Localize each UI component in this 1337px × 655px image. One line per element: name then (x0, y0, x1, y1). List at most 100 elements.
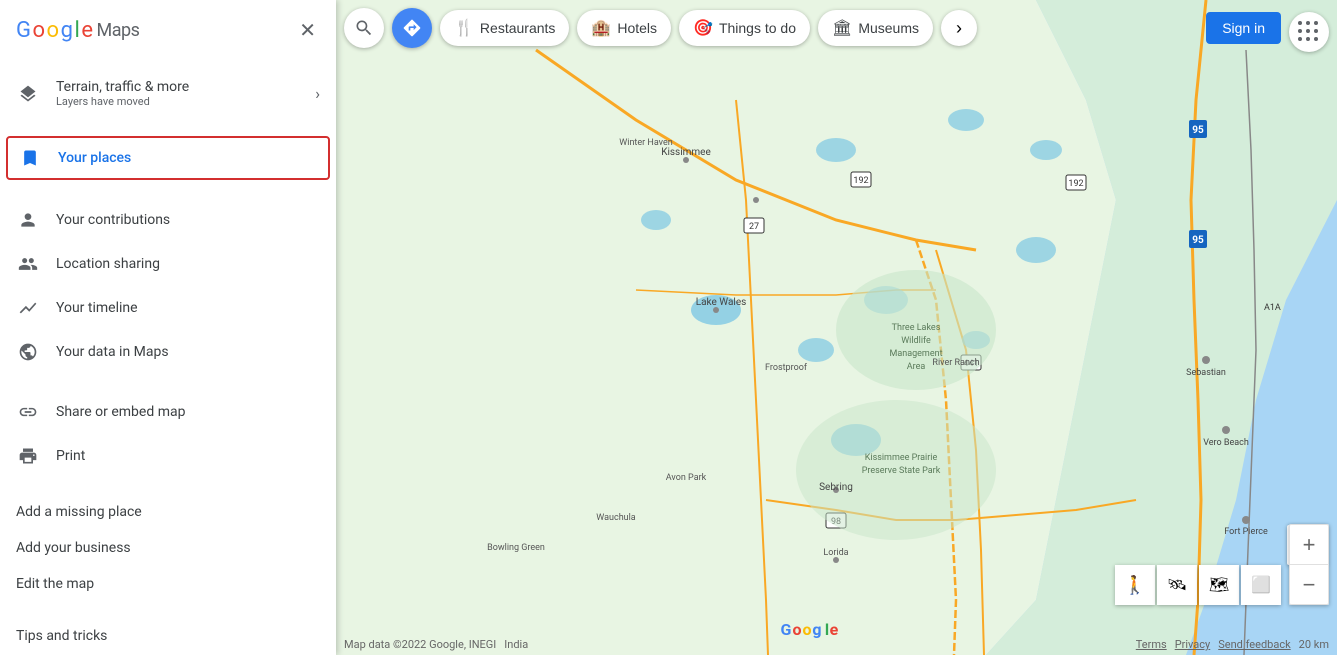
things-to-do-label: Things to do (719, 20, 796, 36)
svg-text:Kissimmee Prairie: Kissimmee Prairie (865, 453, 938, 463)
zoom-out-button[interactable]: − (1289, 565, 1329, 605)
svg-text:Frostproof: Frostproof (765, 363, 808, 373)
india-label: India (504, 638, 528, 651)
restaurants-pill[interactable]: 🍴 Restaurants (440, 10, 569, 46)
svg-text:o: o (792, 620, 801, 639)
menu-section-contribute: Add a missing place Add your business Ed… (0, 486, 336, 610)
svg-text:Vero Beach: Vero Beach (1203, 438, 1249, 448)
layers-menu-item[interactable]: Terrain, traffic & more Layers have move… (0, 69, 336, 118)
museums-pill[interactable]: 🏛 Museums (818, 10, 933, 46)
map-type-button[interactable]: 🗺 (1199, 565, 1239, 605)
data-menu-item[interactable]: Your data in Maps (0, 330, 336, 374)
map-svg: 95 441 98 27 (336, 0, 1337, 655)
svg-text:Lorida: Lorida (823, 548, 848, 558)
things-to-do-icon: 🎯 (693, 18, 713, 38)
svg-text:l: l (825, 620, 829, 639)
svg-text:Area: Area (907, 362, 926, 372)
svg-text:Sebastian: Sebastian (1186, 368, 1226, 378)
sign-in-button[interactable]: Sign in (1206, 12, 1281, 44)
map-canvas[interactable]: 95 441 98 27 (336, 0, 1337, 655)
svg-text:River Ranch: River Ranch (932, 358, 979, 368)
zoom-in-button[interactable]: + (1289, 524, 1329, 564)
hotels-pill[interactable]: 🏨 Hotels (577, 10, 671, 46)
hotels-label: Hotels (617, 20, 657, 36)
svg-text:192: 192 (1068, 179, 1083, 189)
close-button[interactable]: ✕ (295, 14, 320, 47)
print-menu-item[interactable]: Print (0, 434, 336, 478)
bottom-bar: Terms Privacy Send feedback 20 km (1136, 638, 1329, 651)
menu-section-places: Your places (0, 126, 336, 190)
svg-text:Winter Haven: Winter Haven (619, 138, 672, 148)
terms-link[interactable]: Terms (1136, 638, 1167, 651)
more-categories-button[interactable]: › (941, 10, 977, 46)
location-sharing-label: Location sharing (56, 256, 160, 272)
svg-text:o: o (802, 620, 811, 639)
tips-item[interactable]: Tips and tricks (0, 618, 336, 654)
contributions-menu-item[interactable]: Your contributions (0, 198, 336, 242)
share-label: Share or embed map (56, 404, 185, 420)
menu-section-account: Your contributions Location sharing Your… (0, 190, 336, 382)
timeline-menu-item[interactable]: Your timeline (0, 286, 336, 330)
directions-button[interactable] (392, 8, 432, 48)
svg-text:g: g (812, 620, 821, 639)
timeline-icon (16, 296, 40, 320)
data-label: Your data in Maps (56, 344, 169, 360)
location-sharing-menu-item[interactable]: Location sharing (0, 242, 336, 286)
bottom-attribution: Map data ©2022 Google, INEGI India (344, 638, 528, 651)
layers-label: Terrain, traffic & more (56, 79, 189, 95)
map-data-label: Map data ©2022 Google, INEGI (344, 638, 496, 651)
svg-text:A1A: A1A (1264, 303, 1281, 313)
your-places-menu-item[interactable]: Your places (6, 136, 330, 180)
svg-text:Three Lakes: Three Lakes (892, 323, 941, 333)
feedback-link[interactable]: Send feedback (1218, 638, 1290, 651)
layers-icon (16, 82, 40, 106)
top-bar: 🍴 Restaurants 🏨 Hotels 🎯 Things to do 🏛 … (336, 0, 1337, 56)
museums-icon: 🏛 (832, 18, 852, 38)
search-button[interactable] (344, 8, 384, 48)
share-menu-item[interactable]: Share or embed map (0, 390, 336, 434)
svg-text:G: G (781, 620, 792, 639)
sidebar-header: Google Maps ✕ (0, 0, 336, 61)
contributions-label: Your contributions (56, 212, 170, 228)
museums-label: Museums (858, 20, 919, 36)
svg-text:Avon Park: Avon Park (666, 473, 707, 483)
contributions-icon (16, 208, 40, 232)
print-label: Print (56, 448, 85, 464)
timeline-label: Your timeline (56, 300, 138, 316)
svg-text:e: e (830, 620, 839, 639)
print-icon (16, 444, 40, 468)
your-places-label: Your places (58, 150, 131, 166)
svg-text:Wauchula: Wauchula (596, 513, 636, 523)
menu-section-share: Share or embed map Print (0, 382, 336, 486)
share-icon (16, 400, 40, 424)
svg-text:Lake Wales: Lake Wales (696, 297, 747, 308)
map-area[interactable]: 95 441 98 27 (336, 0, 1337, 655)
zoom-controls: + − (1289, 524, 1329, 605)
svg-text:Fort Pierce: Fort Pierce (1224, 527, 1268, 537)
location-sharing-icon (16, 252, 40, 276)
expand-button[interactable]: ⬜ (1241, 565, 1281, 605)
svg-text:Preserve State Park: Preserve State Park (862, 466, 941, 476)
things-to-do-pill[interactable]: 🎯 Things to do (679, 10, 810, 46)
restaurants-label: Restaurants (480, 20, 555, 36)
sidebar: Google Maps ✕ Terrain, traffic & more La… (0, 0, 336, 655)
svg-text:95: 95 (1192, 235, 1204, 246)
satellite-button[interactable]: 🛰 (1157, 565, 1197, 605)
apps-button[interactable] (1289, 12, 1329, 52)
privacy-link[interactable]: Privacy (1175, 638, 1211, 651)
add-business-item[interactable]: Add your business (0, 530, 336, 566)
google-logo: Google Maps (16, 18, 139, 43)
svg-text:192: 192 (853, 176, 868, 186)
restaurants-icon: 🍴 (454, 18, 474, 38)
svg-text:Management: Management (889, 349, 942, 359)
layers-sublabel: Layers have moved (56, 95, 189, 108)
maps-title: Maps (96, 20, 139, 41)
bookmark-icon (18, 146, 42, 170)
layers-chevron: › (315, 84, 320, 103)
edit-map-item[interactable]: Edit the map (0, 566, 336, 602)
add-missing-item[interactable]: Add a missing place (0, 494, 336, 530)
layer-switcher: 🚶 🛰 🗺 ⬜ (1115, 565, 1281, 605)
hotels-icon: 🏨 (591, 18, 611, 38)
pegman-button[interactable]: 🚶 (1115, 565, 1155, 605)
svg-text:95: 95 (1192, 125, 1204, 136)
